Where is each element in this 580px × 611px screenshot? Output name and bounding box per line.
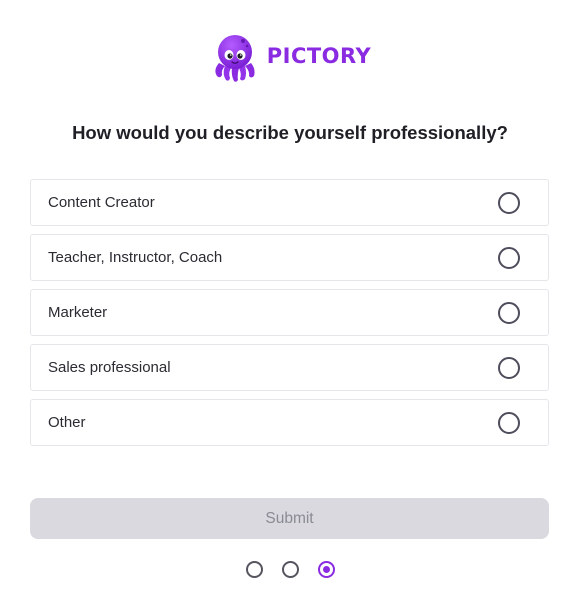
option-label: Sales professional [48, 359, 171, 376]
submit-button[interactable]: Submit [30, 498, 549, 539]
step-dot-1[interactable] [245, 561, 263, 578]
octopus-icon [215, 35, 255, 82]
option-label: Teacher, Instructor, Coach [48, 249, 223, 266]
radio-button[interactable] [498, 301, 520, 324]
radio-button[interactable] [498, 246, 520, 269]
option-label: Marketer [48, 304, 108, 321]
option-label: Content Creator [48, 194, 155, 211]
onboarding-page: PICTORY How would you describe yourself … [0, 0, 580, 611]
option-content-creator[interactable]: Content Creator [30, 179, 549, 226]
option-label: Other [48, 414, 86, 431]
step-dot-2[interactable] [281, 561, 299, 578]
option-other[interactable]: Other [30, 399, 549, 446]
profession-options: Content Creator Teacher, Instructor, Coa… [30, 179, 549, 454]
radio-button[interactable] [498, 411, 520, 434]
option-marketer[interactable]: Marketer [30, 289, 549, 336]
brand-name: PICTORY [266, 43, 372, 68]
option-sales-professional[interactable]: Sales professional [30, 344, 549, 391]
pictory-logo: PICTORY [0, 30, 580, 82]
radio-button[interactable] [498, 356, 520, 379]
step-dot-3-current[interactable] [317, 561, 335, 578]
step-indicator [0, 561, 580, 578]
question-title: How would you describe yourself professi… [72, 122, 508, 143]
radio-button[interactable] [498, 191, 520, 214]
option-teacher-instructor-coach[interactable]: Teacher, Instructor, Coach [30, 234, 549, 281]
